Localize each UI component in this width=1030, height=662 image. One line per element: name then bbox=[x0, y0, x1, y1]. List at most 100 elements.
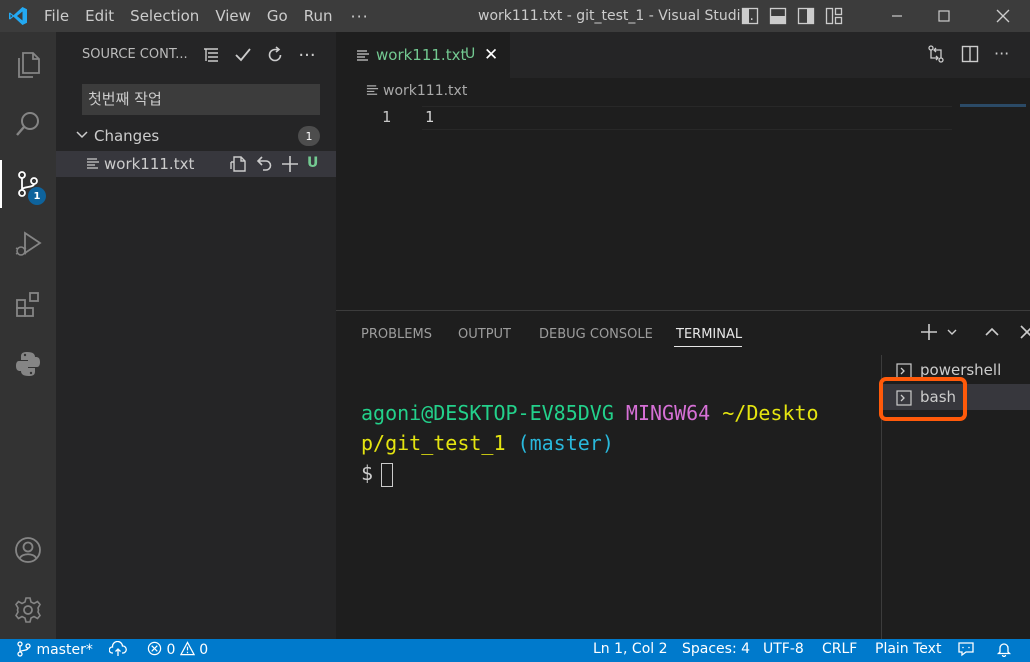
search-icon[interactable] bbox=[0, 100, 56, 148]
line-content[interactable]: 1 bbox=[425, 108, 434, 126]
maximize-icon[interactable] bbox=[921, 0, 967, 32]
cursor-position[interactable]: Ln 1, Col 2 bbox=[593, 641, 668, 657]
close-panel-icon[interactable] bbox=[1020, 325, 1030, 339]
current-line-highlight bbox=[422, 106, 952, 130]
maximize-panel-chevron-up-icon[interactable] bbox=[984, 324, 1000, 340]
breadcrumb-file[interactable]: work111.txt bbox=[383, 83, 467, 99]
menu-edit[interactable]: Edit bbox=[77, 0, 122, 32]
customize-layout-icon[interactable] bbox=[824, 6, 844, 26]
source-control-sidebar: SOURCE CONT... ··· Changes 1 work111.txt… bbox=[56, 32, 336, 639]
bottom-panel: PROBLEMS OUTPUT DEBUG CONSOLE TERMINAL a… bbox=[336, 310, 1030, 640]
editor-more-icon[interactable]: ··· bbox=[994, 44, 1009, 64]
menu-file[interactable]: File bbox=[36, 0, 77, 32]
terminal-user-host: agoni@DESKTOP-EV85DVG bbox=[361, 401, 614, 425]
branch-status[interactable]: master* bbox=[16, 641, 93, 658]
view-as-tree-icon[interactable] bbox=[200, 44, 222, 66]
refresh-icon[interactable] bbox=[264, 44, 286, 66]
terminal-dropdown-chevron-icon[interactable] bbox=[946, 326, 958, 338]
commit-message-input[interactable] bbox=[82, 84, 320, 115]
explorer-icon[interactable] bbox=[0, 40, 56, 88]
commit-check-icon[interactable] bbox=[232, 44, 254, 66]
sidebar-header: SOURCE CONT... ··· bbox=[56, 32, 336, 78]
editor-tab-bar: work111.txt U ✕ ··· bbox=[336, 32, 1030, 78]
layout-controls bbox=[740, 6, 844, 26]
new-terminal-plus-icon[interactable] bbox=[920, 323, 938, 341]
chevron-down-icon bbox=[76, 131, 88, 139]
menu-view[interactable]: View bbox=[207, 0, 259, 32]
extensions-icon[interactable] bbox=[0, 280, 56, 328]
feedback-icon[interactable] bbox=[957, 641, 975, 658]
changed-file-row[interactable]: work111.txt U bbox=[56, 151, 336, 177]
editor-scrollbar[interactable] bbox=[1026, 78, 1030, 308]
editor-line[interactable]: 1 1 bbox=[336, 106, 956, 130]
terminal-prompt: $ bbox=[361, 461, 374, 485]
active-indicator bbox=[0, 160, 2, 208]
panel-tab-terminal[interactable]: TERMINAL bbox=[676, 327, 742, 342]
language-mode[interactable]: Plain Text bbox=[875, 641, 941, 657]
branch-name: master* bbox=[36, 642, 93, 658]
terminal-branch: (master) bbox=[517, 431, 614, 455]
terminal-path-2: p/git_test_1 bbox=[361, 431, 506, 455]
title-bar: File Edit Selection View Go Run ··· work… bbox=[0, 0, 1030, 32]
scm-badge: 1 bbox=[28, 187, 46, 205]
split-editor-icon[interactable] bbox=[960, 44, 980, 64]
indentation[interactable]: Spaces: 4 bbox=[682, 641, 750, 657]
panel-tab-output[interactable]: OUTPUT bbox=[458, 327, 511, 342]
changed-file-name: work111.txt bbox=[104, 155, 195, 173]
sidebar-title: SOURCE CONT... bbox=[82, 47, 188, 62]
overview-ruler-mark bbox=[960, 104, 1026, 107]
terminal-line-3[interactable]: $ bbox=[361, 461, 394, 487]
terminal-line-2[interactable]: p/git_test_1 (master) bbox=[361, 431, 614, 455]
error-count: 0 bbox=[166, 642, 176, 658]
run-debug-icon[interactable] bbox=[0, 220, 56, 268]
breadcrumb: work111.txt bbox=[336, 78, 1030, 104]
toggle-secondary-sidebar-icon[interactable] bbox=[796, 6, 816, 26]
accounts-icon[interactable] bbox=[0, 526, 56, 574]
notifications-bell-icon[interactable] bbox=[996, 641, 1012, 658]
editor-actions: ··· bbox=[926, 44, 1009, 64]
discard-changes-icon[interactable] bbox=[254, 154, 274, 174]
changes-group[interactable]: Changes 1 bbox=[56, 125, 336, 147]
changes-count-badge: 1 bbox=[298, 126, 320, 146]
minimize-icon[interactable] bbox=[874, 0, 920, 32]
file-actions bbox=[228, 154, 300, 174]
toggle-sidebar-icon[interactable] bbox=[740, 6, 760, 26]
status-bar: master* 0 0 Ln 1, Col 2 Spaces: 4 UTF-8 … bbox=[0, 639, 1030, 662]
menu-run[interactable]: Run bbox=[296, 0, 341, 32]
text-file-icon bbox=[357, 50, 369, 61]
terminal-line-1[interactable]: agoni@DESKTOP-EV85DVG MINGW64 ~/Deskto bbox=[361, 401, 819, 425]
changes-label: Changes bbox=[94, 127, 160, 145]
more-actions-icon[interactable]: ··· bbox=[296, 44, 318, 66]
sidebar-actions: ··· bbox=[200, 44, 318, 66]
close-tab-icon[interactable]: ✕ bbox=[484, 45, 498, 65]
panel-tab-debug-console[interactable]: DEBUG CONSOLE bbox=[539, 327, 653, 342]
window-title: work111.txt - git_test_1 - Visual Studi.… bbox=[478, 8, 754, 24]
activity-bar: 1 bbox=[0, 32, 56, 639]
menu-go[interactable]: Go bbox=[259, 0, 296, 32]
tab-label: work111.txt bbox=[376, 46, 467, 64]
settings-gear-icon[interactable] bbox=[0, 586, 56, 634]
toggle-panel-icon[interactable] bbox=[768, 6, 788, 26]
source-control-icon[interactable]: 1 bbox=[0, 160, 56, 208]
sync-icon[interactable] bbox=[108, 640, 127, 658]
text-file-icon bbox=[366, 85, 379, 95]
tab-work111[interactable]: work111.txt U ✕ bbox=[336, 32, 510, 78]
problems-status[interactable]: 0 0 bbox=[147, 641, 208, 658]
text-file-icon bbox=[87, 158, 99, 169]
close-window-icon[interactable] bbox=[980, 0, 1026, 32]
encoding[interactable]: UTF-8 bbox=[763, 641, 804, 657]
tab-status: U bbox=[465, 46, 476, 62]
warning-icon bbox=[179, 641, 195, 656]
line-ending[interactable]: CRLF bbox=[822, 641, 857, 657]
terminal-env: MINGW64 bbox=[625, 401, 711, 425]
stage-changes-plus-icon[interactable] bbox=[280, 154, 300, 174]
open-file-icon[interactable] bbox=[228, 154, 248, 174]
menu-selection[interactable]: Selection bbox=[122, 0, 207, 32]
active-tab-underline bbox=[674, 346, 742, 347]
open-changes-icon[interactable] bbox=[926, 44, 946, 64]
panel-tab-problems[interactable]: PROBLEMS bbox=[361, 327, 432, 342]
warning-count: 0 bbox=[199, 642, 209, 658]
python-icon[interactable] bbox=[0, 340, 56, 388]
vscode-logo-icon bbox=[0, 0, 36, 32]
menu-more-icon[interactable]: ··· bbox=[341, 7, 379, 26]
